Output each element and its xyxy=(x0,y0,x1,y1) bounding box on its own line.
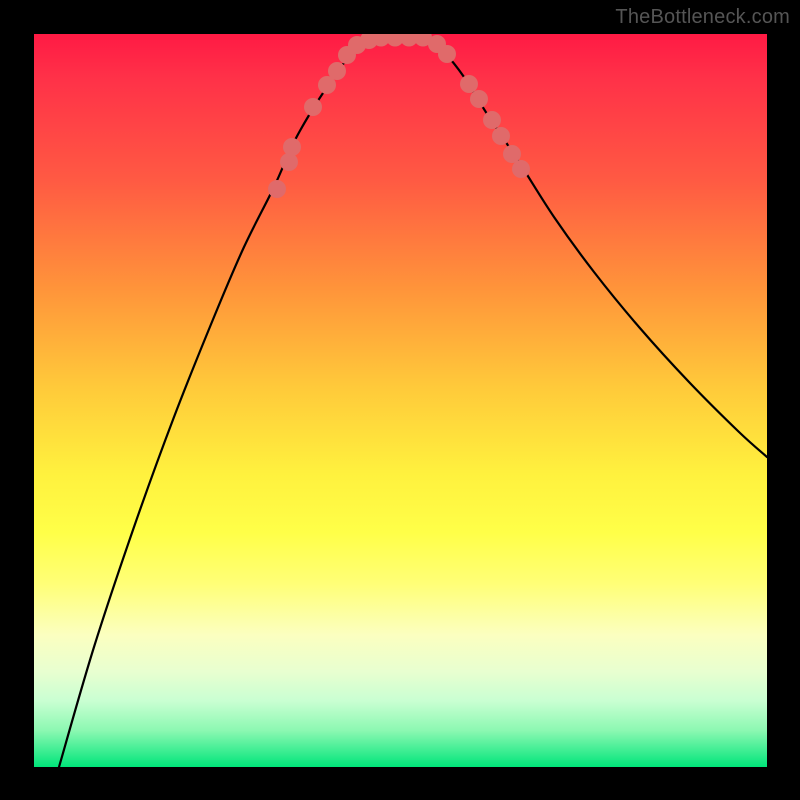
watermark-label: TheBottleneck.com xyxy=(615,6,790,29)
marker-dot xyxy=(283,138,301,156)
chart-svg xyxy=(34,34,767,767)
marker-dot xyxy=(492,127,510,145)
marker-dot xyxy=(483,111,501,129)
marker-dot xyxy=(503,145,521,163)
marker-dot xyxy=(460,75,478,93)
chart-frame xyxy=(34,34,767,767)
marker-dot xyxy=(280,153,298,171)
marker-dot xyxy=(328,62,346,80)
left-curve xyxy=(59,39,377,767)
marker-dot xyxy=(268,180,286,198)
marker-dot xyxy=(512,160,530,178)
marker-dot xyxy=(304,98,322,116)
marker-dot xyxy=(438,45,456,63)
marker-dot xyxy=(470,90,488,108)
